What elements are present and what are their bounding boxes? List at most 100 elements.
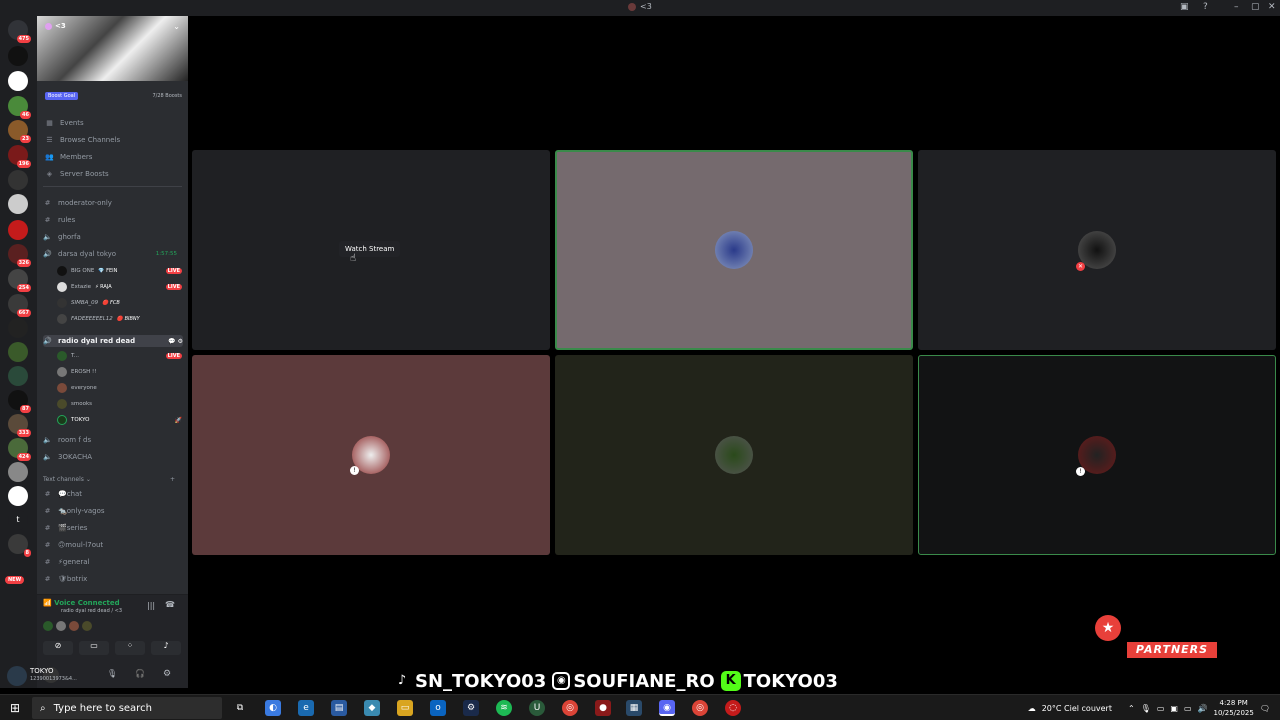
voice-user[interactable]: smooks	[57, 399, 182, 409]
participant-tile[interactable]	[555, 150, 913, 350]
file-explorer-icon[interactable]: ▭	[397, 700, 413, 716]
windows-start-icon[interactable]: ⊞	[10, 701, 20, 715]
chevron-up-icon[interactable]: ⌃	[1128, 704, 1135, 713]
channel-only-vagos[interactable]: # 🐀only-vagos	[43, 507, 183, 515]
participant-tile[interactable]: !	[918, 355, 1276, 555]
server-icon[interactable]: 667	[8, 294, 31, 317]
nav-server-boosts[interactable]: ◈ Server Boosts	[45, 170, 185, 178]
channel-chat[interactable]: # 💬chat	[43, 490, 183, 498]
app-icon[interactable]: U	[529, 700, 545, 716]
server-icon[interactable]: 196	[8, 145, 31, 168]
discord-home-icon[interactable]: 475	[8, 20, 31, 43]
chevron-down-icon[interactable]: ⌄	[173, 22, 180, 31]
microphone-icon[interactable]: 🎙	[1141, 704, 1151, 713]
server-icon[interactable]	[8, 342, 28, 362]
spotify-icon[interactable]: ≋	[496, 700, 512, 716]
notifications-icon[interactable]: 🗨	[1260, 704, 1270, 713]
nav-events[interactable]: ▦ Events	[45, 119, 185, 127]
voice-channel-room[interactable]: 🔈 room f ds	[43, 436, 183, 444]
channel-botrix[interactable]: # 🛡botrix	[43, 575, 183, 583]
server-icon[interactable]: 46	[8, 96, 31, 119]
voice-channel-radio[interactable]: 🔊 radio dyal red dead 💬 ⚙	[43, 335, 183, 347]
participant-tile[interactable]	[555, 355, 913, 555]
channel-rules[interactable]: # rules	[43, 216, 183, 224]
chrome-icon[interactable]: ◎	[562, 700, 578, 716]
watch-stream-button[interactable]: Watch Stream	[339, 241, 401, 257]
stream-tile[interactable]: Watch Stream ☝	[192, 150, 550, 350]
server-icon[interactable]	[8, 318, 28, 338]
microphone-icon[interactable]: 🎙	[107, 669, 117, 678]
server-icon[interactable]: 23	[8, 120, 31, 143]
category-text-channels[interactable]: Text channels ⌄ +	[43, 476, 183, 483]
inbox-icon[interactable]: ▣	[1180, 2, 1189, 12]
weather-text[interactable]: 20°C Ciel couvert	[1042, 704, 1112, 713]
copilot-icon[interactable]: ◐	[265, 700, 281, 716]
volume-icon[interactable]: 🔊	[1198, 704, 1208, 713]
channel-ghorfa[interactable]: 🔈 ghorfa	[43, 233, 183, 241]
server-icon[interactable]: 254	[8, 269, 31, 292]
tray-app-icon[interactable]: ▭	[1157, 704, 1165, 713]
channel-moul-l7out[interactable]: # 🙃moul-l7out	[43, 541, 183, 549]
voice-user[interactable]: T... LIVE	[57, 351, 182, 361]
server-icon[interactable]: 8	[8, 534, 31, 557]
voice-user[interactable]: BIG ONE 💎 FEIN LIVE	[57, 266, 182, 276]
server-icon[interactable]: 87	[8, 390, 31, 413]
voice-user[interactable]: EROSH !!	[57, 367, 182, 377]
channel-general[interactable]: # ⚡general	[43, 558, 183, 566]
network-icon[interactable]: ▭	[1184, 704, 1192, 713]
server-icon[interactable]: t	[8, 510, 28, 530]
settings-gear-icon[interactable]: ⚙	[163, 669, 171, 679]
steam-icon[interactable]: ⚙	[463, 700, 479, 716]
server-icon[interactable]: 326	[8, 244, 31, 267]
close-button[interactable]: ✕	[1268, 2, 1276, 12]
participant-tile[interactable]: !	[192, 355, 550, 555]
voice-user[interactable]: Extazie ⚡ RAJA LIVE	[57, 282, 182, 292]
app-icon[interactable]: ◆	[364, 700, 380, 716]
camera-off-button[interactable]: ⊘	[43, 641, 73, 655]
channel-actions-icon[interactable]: 💬 ⚙	[168, 338, 183, 345]
server-icon[interactable]	[8, 366, 28, 386]
chrome-icon[interactable]: ◎	[692, 700, 708, 716]
soundboard-button[interactable]: ♪	[151, 641, 181, 655]
server-banner[interactable]: <3 ⌄	[37, 16, 188, 81]
add-channel-icon[interactable]: +	[170, 476, 175, 483]
server-icon[interactable]	[8, 194, 28, 214]
calculator-icon[interactable]: ▦	[626, 700, 642, 716]
disconnect-icon[interactable]: ☎	[165, 600, 175, 609]
participant-tile[interactable]: ✕	[918, 150, 1276, 350]
channel-series[interactable]: # 🎬series	[43, 524, 183, 532]
nav-browse-channels[interactable]: ☰ Browse Channels	[45, 136, 185, 144]
outlook-icon[interactable]: o	[430, 700, 446, 716]
help-icon[interactable]: ?	[1203, 2, 1208, 12]
app-icon[interactable]: ●	[595, 700, 611, 716]
store-icon[interactable]: ▤	[331, 700, 347, 716]
clock[interactable]: 4:28 PM 10/25/2025	[1213, 698, 1253, 718]
server-icon[interactable]: 333	[8, 414, 31, 437]
voice-channel-3okacha[interactable]: 🔈 3OKACHA	[43, 453, 183, 461]
server-icon[interactable]	[8, 46, 28, 66]
app-icon[interactable]: ◌	[725, 700, 741, 716]
server-icon[interactable]	[8, 462, 28, 482]
avatar[interactable]	[7, 666, 27, 686]
voice-user[interactable]: FADEEEEEEL12 🔴 BIBNY	[57, 314, 182, 324]
voice-user[interactable]: everyone	[57, 383, 182, 393]
screen-share-button[interactable]: ▭	[79, 641, 109, 655]
taskbar-search[interactable]: ⌕ Type here to search	[32, 697, 222, 719]
server-icon[interactable]	[8, 486, 28, 506]
tray-app-icon[interactable]: ▣	[1170, 704, 1178, 713]
server-icon[interactable]: 424	[8, 438, 31, 461]
noise-suppression-icon[interactable]: |||	[147, 601, 155, 610]
headphones-icon[interactable]: 🎧	[135, 669, 145, 678]
activities-button[interactable]: ⁘	[115, 641, 145, 655]
server-icon[interactable]	[8, 170, 28, 190]
task-view-icon[interactable]: ⧉	[232, 700, 248, 716]
voice-channel-darsa[interactable]: 🔊 darsa dyal tokyo 1:57:55	[43, 250, 183, 258]
server-icon[interactable]	[8, 71, 28, 91]
channel-moderator-only[interactable]: # moderator-only	[43, 199, 183, 207]
discord-icon[interactable]: ◉	[659, 700, 675, 716]
voice-user[interactable]: TOKYO 🚀	[57, 415, 182, 425]
minimize-button[interactable]: –	[1234, 2, 1239, 12]
voice-location[interactable]: radio dyal red dead / <3	[61, 608, 122, 614]
edge-icon[interactable]: e	[298, 700, 314, 716]
server-icon[interactable]	[8, 220, 28, 240]
